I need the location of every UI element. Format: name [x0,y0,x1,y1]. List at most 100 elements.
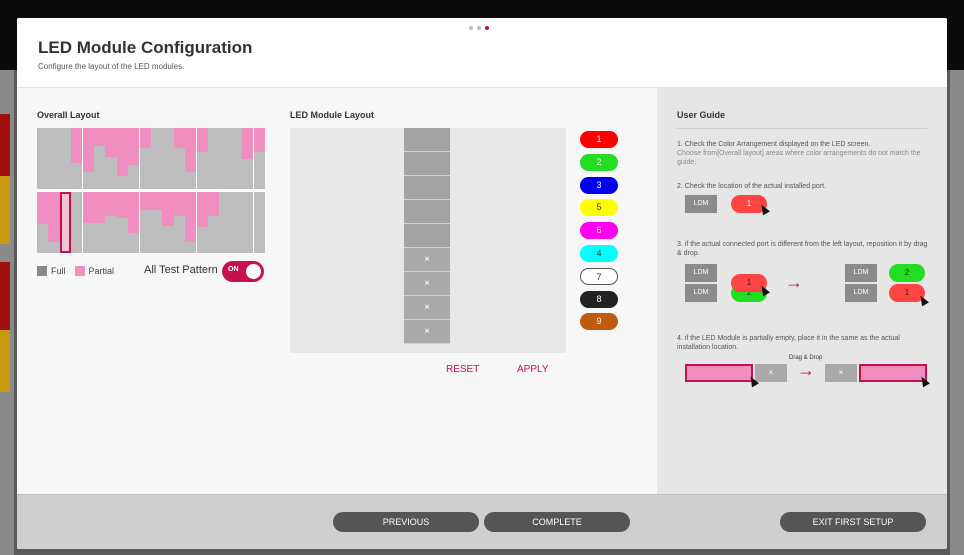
module-cell[interactable] [404,224,450,248]
overall-layout-cell[interactable] [151,128,163,189]
port-pill-8[interactable]: 8 [580,290,618,308]
partial-fill [116,192,128,218]
guide-step-1-sub: Choose from[Overall layout] areas where … [677,150,921,166]
overall-layout-cell[interactable] [59,192,71,253]
overall-layout-cell[interactable] [71,192,83,253]
overall-layout-cell[interactable] [151,192,163,253]
overall-layout-cell[interactable] [37,192,49,253]
overall-layout-cell[interactable] [162,128,174,189]
overall-layout-cell[interactable] [173,128,185,189]
user-guide-panel: User Guide 1. Check the Color Arrangemen… [657,88,947,494]
overall-layout-cell[interactable] [105,128,117,189]
overall-layout-cell[interactable] [82,192,94,253]
cursor-icon-3 [917,293,929,307]
empty-module-cell[interactable]: × [404,320,450,344]
port-pill-1[interactable]: 1 [580,131,618,148]
partial-fill [139,128,151,148]
app-right-edge [950,70,964,555]
overall-layout-cell[interactable] [116,128,128,189]
guide-ldm-box: LDM [685,195,717,213]
overall-layout-cell[interactable] [219,192,231,253]
module-cell[interactable] [404,176,450,200]
overall-layout-cell[interactable] [253,128,265,189]
port-pill-4[interactable]: 4 [580,244,618,262]
port-pill-6[interactable]: 6 [580,222,618,240]
overall-layout-cell[interactable] [139,192,151,253]
overall-layout-cell[interactable] [48,192,60,253]
guide-step-3: 3. if the actual connected port is diffe… [677,241,928,257]
bg-yellow-block [0,176,10,244]
overall-layout-cell[interactable] [242,128,254,189]
overall-layout-cell[interactable] [162,192,174,253]
bg-red-block [0,114,10,176]
port-pill-9[interactable]: 9 [580,313,618,331]
led-module-column: × × × × [404,128,450,353]
partial-fill [128,128,140,165]
port-pill-5[interactable]: 5 [580,199,618,217]
partial-fill [151,192,163,211]
all-test-pattern-label: All Test Pattern [144,264,218,276]
overall-layout-cell[interactable] [185,192,197,253]
partial-fill [173,192,185,217]
partial-fill [82,192,94,223]
overall-layout-cell[interactable] [94,128,106,189]
apply-button[interactable]: APPLY [517,364,549,375]
overall-layout-cell[interactable] [185,128,197,189]
reset-button[interactable]: RESET [446,364,479,375]
bg-red-block-2 [0,262,10,330]
module-cell[interactable] [404,152,450,176]
arrow-right-icon: → [785,272,803,292]
port-pill-3[interactable]: 3 [580,176,618,194]
overall-layout-cell[interactable] [71,128,83,189]
overall-layout-cell[interactable] [173,192,185,253]
overall-layout-cell[interactable] [59,128,71,189]
overall-layout-cell[interactable] [253,192,265,253]
exit-first-setup-button[interactable]: EXIT FIRST SETUP [780,512,926,532]
overall-layout-top [37,128,265,189]
overall-layout-grid[interactable] [37,128,265,254]
overall-layout-cell[interactable] [219,128,231,189]
overall-layout-cell[interactable] [105,192,117,253]
port-pill-2[interactable]: 2 [580,153,618,171]
toggle-label: ON [228,266,239,273]
step-indicator [469,26,489,30]
partial-fill [242,128,254,159]
empty-module-cell[interactable]: × [404,272,450,296]
legend-full-label: Full [51,266,66,276]
empty-module-cell[interactable]: × [404,248,450,272]
guide-port-2-result: 2 [889,264,925,282]
overall-layout-cell[interactable] [139,128,151,189]
overall-layout-cell[interactable] [196,128,208,189]
overall-layout-cell[interactable] [230,128,242,189]
overall-layout-cell[interactable] [128,192,140,253]
bg-yellow-block-2 [0,330,10,392]
overall-layout-cell[interactable] [94,192,106,253]
overall-layout-cell[interactable] [48,128,60,189]
partial-fill [185,192,197,243]
partial-fill [253,128,265,153]
complete-button[interactable]: COMPLETE [484,512,630,532]
cursor-icon [758,202,770,216]
overall-layout-cell[interactable] [208,128,220,189]
led-module-layout-area[interactable]: × × × × [290,128,566,353]
port-pill-7[interactable]: 7 [580,267,618,285]
module-cell[interactable] [404,128,450,152]
partial-fill [196,128,208,153]
overall-layout-cell[interactable] [37,128,49,189]
overall-layout-cell[interactable] [116,192,128,253]
overall-layout-bottom [37,192,265,253]
empty-module-cell[interactable]: × [404,296,450,320]
guide-empty-slot-before: × [755,364,787,382]
overall-layout-cell[interactable] [82,128,94,189]
module-cell[interactable] [404,200,450,224]
all-test-pattern-toggle[interactable]: ON [222,261,264,282]
previous-button[interactable]: PREVIOUS [333,512,479,532]
step-dot [477,26,481,30]
overall-layout-cell[interactable] [196,192,208,253]
legend-partial-swatch [74,266,85,276]
overall-layout-cell[interactable] [208,192,220,253]
partial-fill [162,192,174,226]
overall-layout-cell[interactable] [128,128,140,189]
overall-layout-cell[interactable] [230,192,242,253]
overall-layout-cell[interactable] [242,192,254,253]
